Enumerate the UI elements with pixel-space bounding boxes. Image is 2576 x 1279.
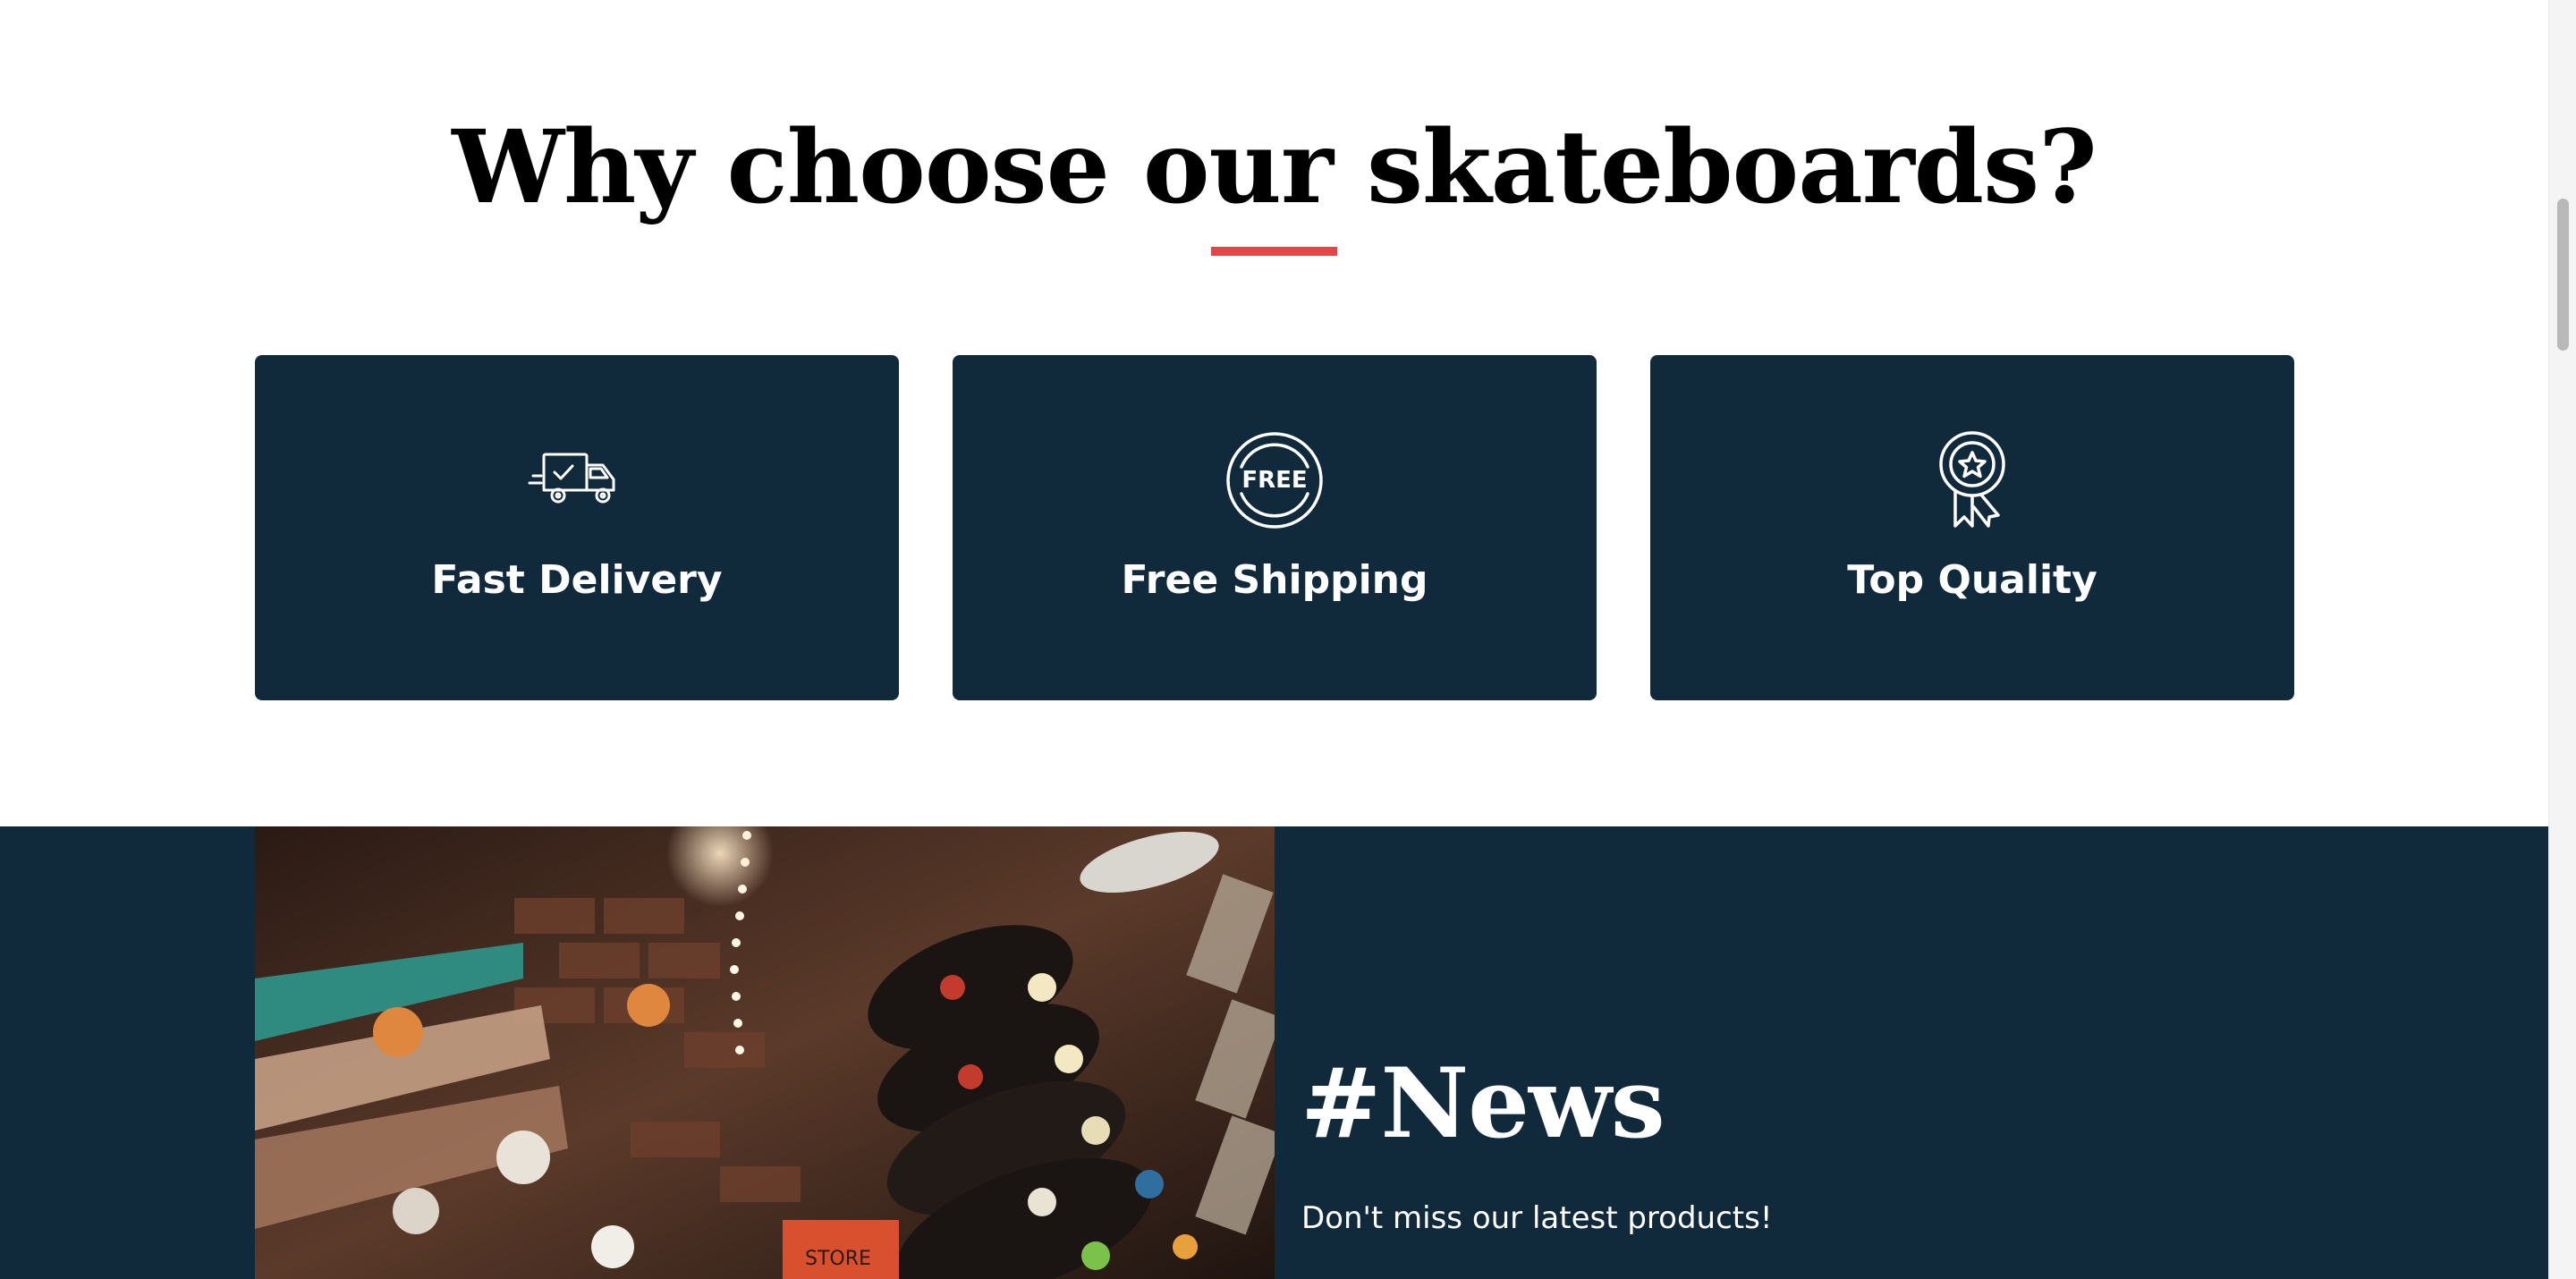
- title-underline-divider: [1211, 247, 1337, 256]
- page: Why choose our skateboards? Fast Deliver…: [0, 0, 2548, 1279]
- news-title: #News: [1301, 1047, 1665, 1160]
- section-title: Why choose our skateboards?: [452, 109, 2097, 226]
- feature-card-free-shipping: FREE Free Shipping: [953, 355, 1597, 700]
- news-section: STORE #News: [0, 826, 2548, 1279]
- feature-card-top-quality: Top Quality: [1650, 355, 2294, 700]
- feature-card-fast-delivery: Fast Delivery: [255, 355, 899, 700]
- skateboard-shop-photo: STORE: [255, 826, 1275, 1279]
- free-badge-icon: FREE: [1225, 431, 1324, 529]
- feature-label: Free Shipping: [1121, 557, 1428, 603]
- store-box-text: STORE: [805, 1248, 871, 1270]
- delivery-truck-icon: [528, 431, 626, 529]
- award-ribbon-icon: [1923, 431, 2021, 529]
- vertical-scrollbar[interactable]: [2548, 0, 2576, 1279]
- feature-label: Fast Delivery: [431, 557, 723, 603]
- feature-label: Top Quality: [1847, 557, 2097, 603]
- news-subtitle: Don't miss our latest products!: [1301, 1200, 1773, 1236]
- scrollbar-thumb[interactable]: [2557, 199, 2569, 351]
- free-badge-text: FREE: [1241, 467, 1307, 494]
